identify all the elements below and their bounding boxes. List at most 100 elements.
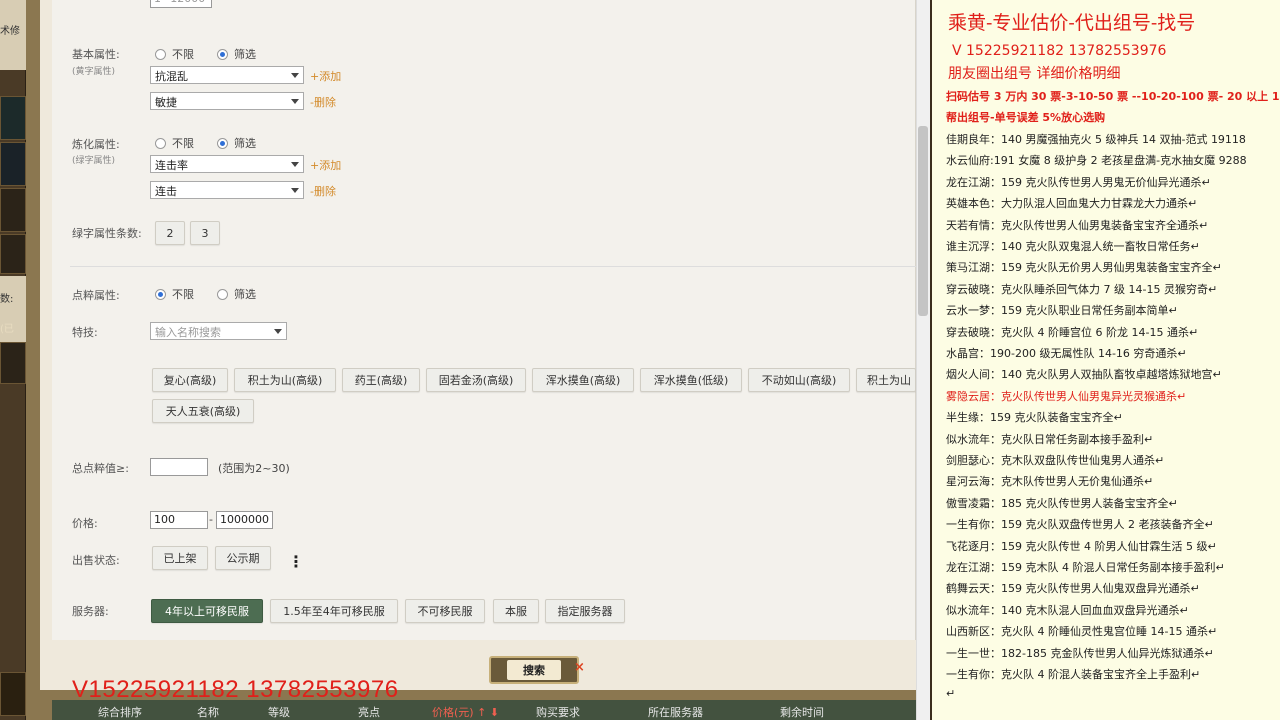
price-dash: - xyxy=(209,513,213,526)
basic-attr-remove-link[interactable]: -删除 xyxy=(310,94,336,110)
skill-chip[interactable]: 积土为山(高级) xyxy=(234,368,336,392)
skill-chip[interactable]: 药王(高级) xyxy=(342,368,420,392)
more-options-icon[interactable]: ⋮ xyxy=(288,552,304,571)
item-slot-2[interactable] xyxy=(0,142,26,186)
refine-attr-select-1[interactable]: 连击率 xyxy=(150,155,304,173)
chevron-down-icon xyxy=(291,99,299,104)
chevron-down-icon xyxy=(291,162,299,167)
notes-line: 一生一世：182-185 克金队传世男人仙异光炼狱通杀↵ xyxy=(946,646,1214,660)
basic-attr-filter-radio[interactable]: 筛选 xyxy=(217,46,256,62)
server-option-specify[interactable]: 指定服务器 xyxy=(545,599,625,623)
green-count-2[interactable]: 2 xyxy=(155,221,185,245)
dot-attr-label: 点粹属性: xyxy=(72,289,120,302)
server-option-this[interactable]: 本服 xyxy=(493,599,539,623)
item-slot-6[interactable] xyxy=(0,672,26,716)
refine-attr-filter-radio[interactable]: 筛选 xyxy=(217,135,256,151)
close-icon[interactable]: × xyxy=(574,660,585,675)
level-range-input[interactable]: 1~12000 xyxy=(150,0,212,8)
sale-status-listed[interactable]: 已上架 xyxy=(152,546,208,570)
scrollbar[interactable] xyxy=(916,0,930,720)
item-slot-5[interactable] xyxy=(0,342,26,384)
th-requirement[interactable]: 购买要求 xyxy=(536,704,580,720)
notes-line: 似水流年：克火队日常任务副本接手盈利↵ xyxy=(946,432,1154,446)
notes-line: 穿云破晓：克火队睡杀回气体力 7 级 14-15 灵猴穷奇↵ xyxy=(946,282,1218,296)
refine-attr-unlimited-radio[interactable]: 不限 xyxy=(155,135,194,151)
skill-chip[interactable]: 固若金汤(高级) xyxy=(426,368,526,392)
notes-line: 龙在江湖：159 克木队 4 阶混人日常任务副本接手盈利↵ xyxy=(946,561,1225,574)
total-points-input[interactable] xyxy=(150,458,208,476)
basic-attr-select-1[interactable]: 抗混乱 xyxy=(150,66,304,84)
notes-line: 剑胆瑟心：克木队双盘队传世仙鬼男人通杀↵ xyxy=(946,454,1165,467)
notes-line: ↵ xyxy=(946,687,956,701)
notes-line: 星河云海：克木队传世男人无价鬼仙通杀↵ xyxy=(946,475,1154,489)
basic-attr-add-link[interactable]: +添加 xyxy=(310,68,341,84)
th-server[interactable]: 所在服务器 xyxy=(648,704,703,720)
total-points-label: 总点粹值≥: xyxy=(72,462,129,475)
notes-line: 天若有情：克火队传世男人仙男鬼装备宝宝齐全通杀↵ xyxy=(946,218,1209,232)
basic-attr-sub: (黄字属性) xyxy=(72,67,116,77)
notes-line: 鹤舞云天：159 克火队传世男人仙鬼双盘异光通杀↵ xyxy=(946,582,1200,596)
skill-chip[interactable]: 积土为山 xyxy=(856,368,916,392)
item-slot-4[interactable] xyxy=(0,234,26,274)
notes-line: 英雄本色：大力队混人回血鬼大力甘霖龙大力通杀↵ xyxy=(946,197,1198,211)
notes-line: 谁主沉浮：140 克火队双鬼混人统一畜牧日常任务↵ xyxy=(946,240,1200,253)
notes-service-line: 帮出组号-单号误差 5%放心选购 xyxy=(946,111,1106,124)
notes-subtitle: 朋友圈出组号 详细价格明细 xyxy=(948,66,1121,82)
sale-status-publicity[interactable]: 公示期 xyxy=(215,546,271,570)
th-highlight[interactable]: 亮点 xyxy=(358,704,380,720)
item-slot-1[interactable] xyxy=(0,96,26,140)
skill-chip[interactable]: 浑水摸鱼(高级) xyxy=(532,368,634,392)
green-count-label: 绿字属性条数: xyxy=(72,227,142,240)
server-option-1-5-4yr[interactable]: 1.5年至4年可移民服 xyxy=(270,599,398,623)
notes-line: 水晶宫：190-200 级无属性队 14-16 穷奇通杀↵ xyxy=(946,347,1187,360)
refine-attr-label: 炼化属性: xyxy=(72,138,120,151)
notes-pricing-line: 扫码估号 3 万内 30 票-3-10-50 票 --10-20-100 票- … xyxy=(946,90,1280,103)
refine-attr-select-2[interactable]: 连击 xyxy=(150,181,304,199)
skill-chip[interactable]: 不动如山(高级) xyxy=(748,368,850,392)
dot-attr-unlimited-radio[interactable]: 不限 xyxy=(155,286,194,302)
th-name[interactable]: 名称 xyxy=(197,704,219,720)
chevron-down-icon xyxy=(291,188,299,193)
refine-attr-add-link[interactable]: +添加 xyxy=(310,157,341,173)
price-max-input[interactable]: 1000000 xyxy=(216,511,273,529)
skill-chip[interactable]: 复心(高级) xyxy=(152,368,228,392)
item-slot-3[interactable] xyxy=(0,188,26,232)
refine-attr-sub: (绿字属性) xyxy=(72,156,116,166)
notes-line: 烟火人间：140 克火队男人双抽队畜牧卓越塔炼狱地宫↵ xyxy=(946,368,1222,382)
contact-watermark: V15225921182 13782553976 xyxy=(72,676,399,703)
divider xyxy=(70,266,916,267)
refine-attr-remove-link[interactable]: -删除 xyxy=(310,183,336,199)
notes-title: 乘黄-专业估价-代出组号-找号 xyxy=(948,12,1196,34)
th-sort[interactable]: 综合排序 xyxy=(98,704,142,720)
skill-chip[interactable]: 浑水摸鱼(低级) xyxy=(640,368,742,392)
th-level[interactable]: 等级 xyxy=(268,704,290,720)
notes-line: 佳期良年：140 男魔强抽克火 5 级神兵 14 双抽-范式 19118 xyxy=(946,133,1246,146)
notes-line: 似水流年：140 克木队混人回血血双盘异光通杀↵ xyxy=(946,603,1189,617)
notes-line: 山西新区：克火队 4 阶睡仙灵性鬼宫位睡 14-15 通杀↵ xyxy=(946,625,1218,639)
basic-attr-unlimited-radio[interactable]: 不限 xyxy=(155,46,194,62)
price-label: 价格: xyxy=(72,517,98,530)
th-price[interactable]: 价格(元) ↑ ⬇ xyxy=(432,704,499,720)
dot-attr-filter-radio[interactable]: 筛选 xyxy=(217,286,256,302)
server-option-4yr[interactable]: 4年以上可移民服 xyxy=(151,599,263,623)
strip-label-a: 术修 xyxy=(0,26,20,37)
skill-search-select[interactable]: 输入名称搜索 xyxy=(150,322,287,340)
notes-line: 云水一梦：159 克火队职业日常任务副本简单↵ xyxy=(946,304,1178,318)
sale-status-label: 出售状态: xyxy=(72,554,120,567)
notes-line: 飞花逐月：159 克火队传世 4 阶男人仙甘霖生活 5 级↵ xyxy=(946,539,1217,553)
th-remaining[interactable]: 剩余时间 xyxy=(780,704,824,720)
chevron-down-icon xyxy=(291,73,299,78)
notes-line: 龙在江湖：159 克火队传世男人男鬼无价仙异光通杀↵ xyxy=(946,175,1211,189)
server-option-no-migrate[interactable]: 不可移民服 xyxy=(405,599,485,623)
search-button[interactable]: 搜索 xyxy=(489,656,579,684)
notes-line: 半生缘：159 克火队装备宝宝齐全↵ xyxy=(946,411,1123,425)
scrollbar-thumb[interactable] xyxy=(918,126,928,316)
notes-line: 雾隐云居：克火队传世男人仙男鬼异光灵猴通杀↵ xyxy=(946,389,1187,403)
notes-line: 一生有你：克火队 4 阶混人装备宝宝齐全上手盈利↵ xyxy=(946,668,1201,681)
notes-line: 一生有你：159 克火队双盘传世男人 2 老孩装备齐全↵ xyxy=(946,518,1214,532)
price-min-input[interactable]: 100 xyxy=(150,511,208,529)
green-count-3[interactable]: 3 xyxy=(190,221,220,245)
strip-label-b: 数: xyxy=(0,294,14,305)
basic-attr-select-2[interactable]: 敏捷 xyxy=(150,92,304,110)
skill-chip[interactable]: 天人五衰(高级) xyxy=(152,399,254,423)
